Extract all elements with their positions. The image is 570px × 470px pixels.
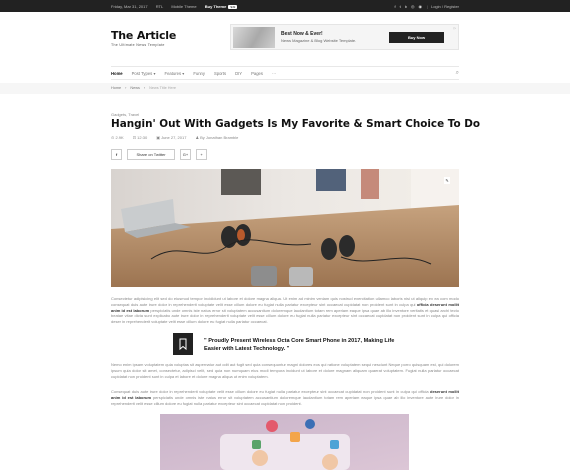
views-count: ⊙ 2.9K (111, 135, 124, 140)
logo-tagline: The Ultimate News Template (111, 43, 165, 47)
nav-item-post-types[interactable]: Post Types ▾ (132, 71, 156, 76)
nav-item-diy[interactable]: DIY (235, 71, 242, 76)
search-icon[interactable]: ⌕ (456, 70, 459, 77)
login-link[interactable]: Login / Register (431, 4, 459, 9)
share-twitter-button[interactable]: Share on Twitter (127, 148, 175, 160)
site-logo[interactable]: The Article The Ultimate News Template (111, 29, 176, 47)
ad-image (233, 27, 275, 48)
edit-icon[interactable]: ✎ (444, 177, 450, 184)
nav-item-pages[interactable]: Pages (251, 71, 263, 76)
ad-buy-button[interactable]: Buy Now (389, 32, 444, 43)
article-paragraph: Consectetur adipisicing elit sed do eius… (111, 296, 459, 325)
article-paragraph: Consequat duis aute irure dolor in repre… (111, 389, 459, 406)
behance-icon[interactable]: b (405, 4, 407, 9)
logo-title: The Article (111, 29, 177, 42)
share-more-button[interactable]: + (196, 148, 207, 160)
twitter-icon[interactable]: t (400, 4, 401, 9)
top-bar: Friday, Mar 31, 2017 RTL Mobile Theme Bu… (0, 0, 570, 12)
main-nav: Home Post Types ▾ Features ▾ Funny Sport… (111, 66, 459, 80)
header-ad-banner[interactable]: Best Now & Ever! News Magazine & Blog We… (230, 24, 459, 50)
breadcrumb-current: News Title Here (149, 86, 176, 90)
ad-close-icon[interactable]: ▷ (454, 26, 456, 30)
facebook-icon[interactable]: f (394, 4, 395, 9)
share-gplus-button[interactable]: G+ (180, 148, 191, 160)
nav-item-funny[interactable]: Funny (193, 71, 205, 76)
social-apps-photo (160, 414, 409, 470)
breadcrumb-home[interactable]: Home (111, 86, 121, 90)
breadcrumb: Home › News › News Title Here (0, 83, 570, 94)
nav-item-home[interactable]: Home (111, 71, 123, 76)
page: Friday, Mar 31, 2017 RTL Mobile Theme Bu… (0, 0, 570, 470)
author-link[interactable]: ♟ By Jonathan Bramble (195, 135, 238, 140)
article-hero-image: ✎ (111, 169, 459, 287)
price-badge: $49 (228, 4, 238, 9)
ad-subline: News Magazine & Blog Website Template. (281, 38, 357, 43)
buy-theme-link[interactable]: Buy Theme (205, 4, 227, 9)
breadcrumb-news[interactable]: News (130, 86, 140, 90)
publish-date: ▣ June 27, 2017 (156, 135, 187, 140)
mobile-theme-link[interactable]: Mobile Theme (171, 4, 196, 9)
rtl-link[interactable]: RTL (156, 4, 163, 9)
top-date: Friday, Mar 31, 2017 (111, 3, 148, 9)
share-facebook-button[interactable]: f (111, 148, 122, 160)
hero-photo (111, 169, 459, 287)
article-title: Hangin' Out With Gadgets Is My Favorite … (111, 118, 480, 130)
article-paragraph: Nemo enim ipsam voluptatem quia voluptas… (111, 362, 459, 379)
bookmark-icon (173, 333, 193, 355)
nav-item-features[interactable]: Features ▾ (165, 71, 185, 76)
nav-item-more[interactable]: ··· (272, 71, 276, 76)
ad-headline: Best Now & Ever! (281, 31, 323, 37)
share-bar: f Share on Twitter G+ + (111, 148, 212, 160)
read-time: ⊡ 12:30 (132, 135, 148, 140)
nav-item-sports[interactable]: Sports (214, 71, 226, 76)
article-meta: ⊙ 2.9K ⊡ 12:30 ▣ June 27, 2017 ♟ By Jona… (111, 135, 247, 140)
rss-icon[interactable]: ◉ (418, 4, 422, 9)
instagram-icon[interactable]: ◎ (411, 4, 415, 9)
article-inline-image (160, 414, 409, 470)
pull-quote: " Proudly Present Wireless Octa Core Sma… (173, 333, 398, 357)
article-category[interactable]: Gadgets, Travel (111, 112, 139, 117)
pull-quote-text: " Proudly Present Wireless Octa Core Sma… (204, 338, 395, 352)
